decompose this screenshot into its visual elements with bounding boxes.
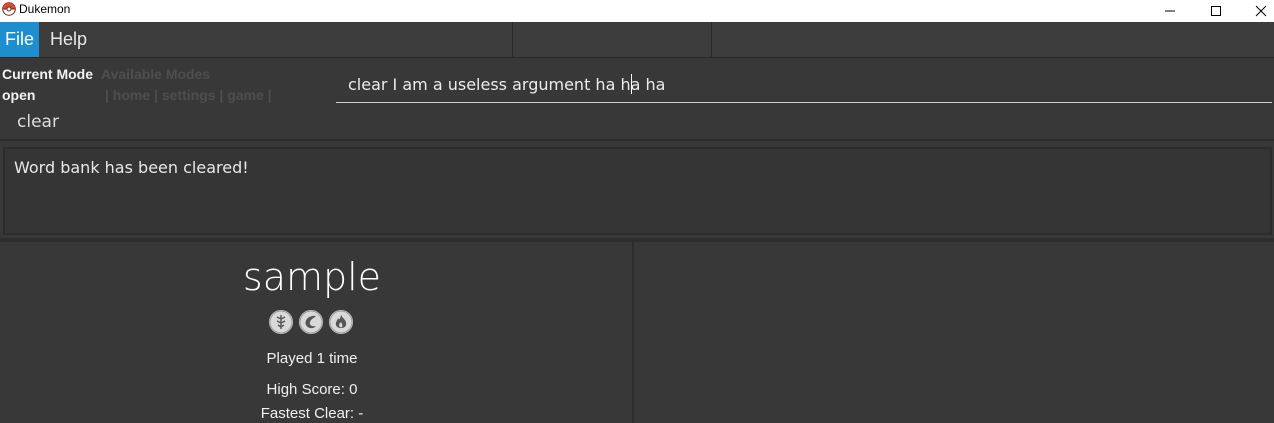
close-icon [1255, 5, 1267, 17]
command-echo: clear [17, 112, 59, 132]
played-count: Played 1 time [266, 350, 358, 367]
right-panel [634, 242, 1274, 423]
current-mode-label: Current Mode [2, 66, 93, 82]
command-input[interactable] [348, 72, 1248, 96]
maximize-button[interactable] [1193, 0, 1239, 22]
available-modes-list: | home | settings | game | [105, 87, 272, 103]
fastest-clear: Fastest Clear: - [260, 405, 364, 422]
divider [0, 139, 1274, 141]
menu-file[interactable]: File [0, 22, 40, 57]
text-caret [631, 74, 632, 94]
high-score: High Score: 0 [266, 381, 358, 398]
result-message: Word bank has been cleared! [14, 158, 249, 177]
menu-divider [512, 22, 513, 57]
window-title: Dukemon [19, 2, 71, 16]
close-button[interactable] [1238, 0, 1274, 22]
wordbank-title: sample [242, 255, 382, 299]
result-display: Word bank has been cleared! [3, 147, 1272, 235]
title-bar: Dukemon [0, 0, 1274, 22]
menu-divider [711, 22, 712, 57]
command-box [336, 68, 1272, 103]
fire-type-icon [329, 310, 353, 334]
menu-help[interactable]: Help [45, 22, 92, 57]
current-mode-value: open [2, 87, 36, 103]
type-badges [268, 310, 358, 334]
mode-panel: Current Mode open Available Modes | home… [0, 59, 330, 109]
menu-bar: File Help [0, 22, 1274, 58]
maximize-icon [1211, 6, 1221, 16]
minimize-icon [1165, 10, 1175, 12]
available-modes-label: Available Modes [101, 66, 211, 82]
wordbank-card[interactable]: sample Played 1 time High Score: 0 Faste… [0, 242, 632, 423]
minimize-button[interactable] [1147, 0, 1193, 22]
pokeball-icon [2, 2, 16, 16]
water-type-icon [299, 310, 323, 334]
grass-type-icon [269, 310, 293, 334]
